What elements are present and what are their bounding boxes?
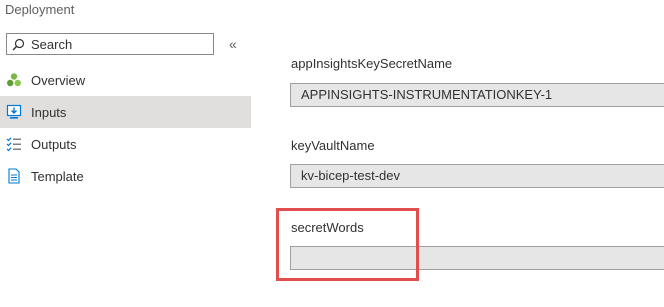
- appinsights-key-secret-name-field[interactable]: APPINSIGHTS-INSTRUMENTATIONKEY-1: [290, 83, 664, 107]
- sidebar-item-overview[interactable]: Overview: [0, 64, 251, 96]
- sidebar-item-inputs[interactable]: Inputs: [0, 96, 251, 128]
- breadcrumb[interactable]: Deployment: [5, 2, 74, 17]
- deployment-inputs-page: Deployment « Overview: [0, 0, 664, 307]
- search-input[interactable]: [31, 36, 191, 52]
- sidebar-item-template[interactable]: Template: [0, 160, 251, 192]
- search-icon: [12, 38, 25, 50]
- sidebar-item-label: Inputs: [31, 104, 67, 120]
- sidebar-item-outputs[interactable]: Outputs: [0, 128, 251, 160]
- outputs-icon: [6, 136, 22, 152]
- overview-icon: [6, 72, 22, 88]
- collapse-sidebar-button[interactable]: «: [229, 34, 237, 54]
- inputs-icon: [6, 104, 22, 120]
- field-label-appinsights: appInsightsKeySecretName: [291, 56, 453, 71]
- template-icon: [6, 168, 22, 184]
- sidebar-item-label: Template: [31, 168, 84, 184]
- highlight-box: [276, 208, 419, 281]
- search-box[interactable]: [6, 33, 214, 55]
- sidebar-item-label: Outputs: [31, 136, 77, 152]
- key-vault-name-field[interactable]: kv-bicep-test-dev: [290, 164, 664, 188]
- field-label-keyvault: keyVaultName: [291, 138, 375, 153]
- sidebar-nav: Overview Inputs Outputs Template: [0, 64, 251, 192]
- sidebar-item-label: Overview: [31, 72, 86, 88]
